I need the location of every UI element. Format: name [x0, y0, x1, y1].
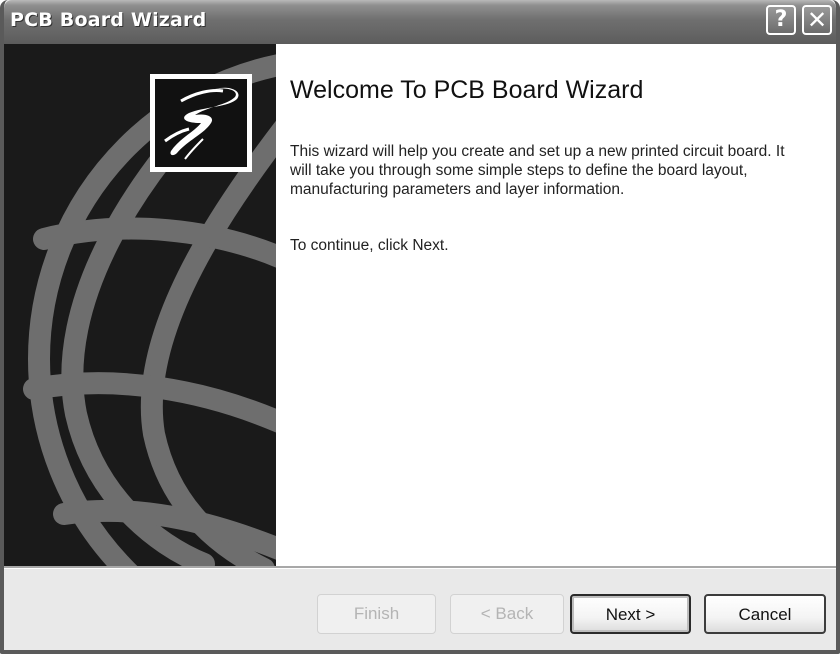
close-icon: ✕	[806, 6, 828, 34]
window-title: PCB Board Wizard	[10, 9, 207, 31]
wizard-lightning-logo	[164, 87, 239, 160]
page-title: Welcome To PCB Board Wizard	[290, 76, 644, 104]
wizard-window: PCB Board Wizard ? ✕ Welcome To PCB Boar…	[0, 0, 840, 654]
close-button[interactable]: ✕	[802, 5, 832, 35]
wizard-description: This wizard will help you create and set…	[290, 143, 785, 198]
continue-hint: To continue, click Next.	[290, 237, 449, 254]
cancel-button[interactable]: Cancel	[704, 594, 826, 634]
help-button[interactable]: ?	[766, 5, 796, 35]
back-button[interactable]: < Back	[450, 594, 564, 634]
wizard-sidebar	[4, 44, 276, 566]
wizard-footer: Finish < Back Next > Cancel	[4, 569, 836, 650]
title-bar[interactable]: PCB Board Wizard ? ✕	[4, 0, 836, 44]
wizard-content: Welcome To PCB Board Wizard This wizard …	[276, 44, 836, 566]
help-icon: ?	[774, 7, 788, 32]
finish-button[interactable]: Finish	[317, 594, 436, 634]
wizard-logo	[150, 74, 252, 172]
next-button[interactable]: Next >	[570, 594, 691, 634]
